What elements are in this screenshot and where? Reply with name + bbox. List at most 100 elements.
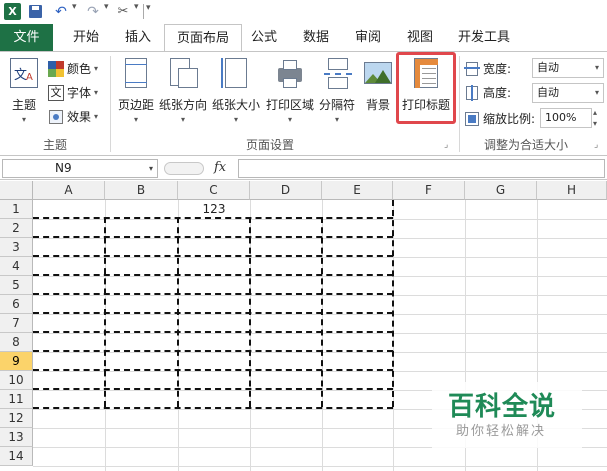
row-header-6[interactable]: 6 — [0, 295, 33, 314]
tab-page-layout[interactable]: 页面布局 — [164, 24, 242, 53]
fonts-button[interactable]: 文 字体 ▾ — [48, 82, 98, 103]
fonts-dropdown-icon: ▾ — [94, 88, 99, 97]
page-break-line — [33, 217, 393, 219]
redo-dropdown-icon[interactable]: ▾ — [104, 2, 109, 12]
row-header-10[interactable]: 10 — [0, 371, 33, 390]
scale-launcher-icon[interactable]: ⌟ — [594, 140, 598, 150]
orientation-dropdown-icon: ▾ — [180, 115, 185, 124]
gridline — [33, 352, 607, 353]
ribbon-tabs: 文件 开始 插入 页面布局 公式 数据 审阅 视图 开发工具 — [0, 24, 607, 53]
group-separator — [110, 56, 111, 152]
row-header-14[interactable]: 14 — [0, 447, 33, 466]
gridline — [33, 257, 607, 258]
scale-input[interactable]: 100% — [540, 108, 592, 128]
height-label: 高度: — [483, 86, 512, 100]
margins-label: 页边距 — [117, 98, 154, 112]
insert-function-icon[interactable]: fx — [214, 160, 226, 175]
page-break-line — [33, 369, 393, 371]
watermark-subtitle: 助你轻松解决 — [456, 424, 547, 439]
undo-dropdown-icon[interactable]: ▾ — [72, 2, 77, 12]
column-header-g[interactable]: G — [465, 181, 537, 200]
gridline — [33, 219, 607, 220]
formula-input[interactable] — [238, 159, 605, 178]
scale-label: 缩放比例: — [483, 112, 536, 126]
tab-home[interactable]: 开始 — [60, 24, 112, 52]
row-header-4[interactable]: 4 — [0, 257, 33, 276]
undo-icon[interactable]: ↶ — [50, 3, 72, 20]
name-box[interactable]: N9 ▾ — [2, 159, 158, 178]
scale-control: 缩放比例: — [464, 108, 535, 129]
name-box-value: N9 — [55, 161, 72, 175]
orientation-label: 纸张方向 — [158, 98, 207, 112]
breaks-button[interactable]: 分隔符 ▾ — [317, 56, 357, 134]
themes-dropdown-icon: ▾ — [21, 115, 26, 124]
page-break-line — [33, 255, 393, 257]
orientation-button[interactable]: 纸张方向 ▾ — [158, 56, 208, 134]
background-button[interactable]: 背景 — [362, 56, 394, 134]
column-header-f[interactable]: F — [393, 181, 465, 200]
column-header-b[interactable]: B — [105, 181, 178, 200]
background-icon — [363, 58, 393, 90]
row-header-8[interactable]: 8 — [0, 333, 33, 352]
tab-review[interactable]: 审阅 — [346, 24, 390, 52]
page-break-line — [33, 293, 393, 295]
height-select[interactable]: 自动 ▾ — [532, 83, 604, 103]
tab-developer[interactable]: 开发工具 — [450, 24, 518, 52]
column-header-h[interactable]: H — [537, 181, 607, 200]
height-icon — [464, 84, 480, 101]
page-setup-launcher-icon[interactable]: ⌟ — [444, 140, 448, 150]
column-header-c[interactable]: C — [178, 181, 250, 200]
width-icon — [464, 61, 480, 77]
row-header-11[interactable]: 11 — [0, 390, 33, 409]
breaks-dropdown-icon: ▾ — [334, 115, 339, 124]
tab-formulas[interactable]: 公式 — [242, 24, 286, 52]
excel-icon[interactable]: X — [4, 3, 21, 20]
row-header-12[interactable]: 12 — [0, 409, 33, 428]
column-header-d[interactable]: D — [250, 181, 322, 200]
select-all-corner[interactable] — [0, 181, 33, 200]
row-header-7[interactable]: 7 — [0, 314, 33, 333]
width-select[interactable]: 自动 ▾ — [532, 58, 604, 78]
margins-icon — [121, 58, 151, 90]
gridline — [33, 333, 607, 334]
row-header-5[interactable]: 5 — [0, 276, 33, 295]
width-value: 自动 — [537, 61, 559, 74]
row-header-9[interactable]: 9 — [0, 352, 33, 371]
effects-icon — [48, 109, 64, 125]
breaks-icon — [322, 58, 352, 90]
height-value: 自动 — [537, 86, 559, 99]
scale-spinner[interactable]: ▴ ▾ — [593, 107, 597, 129]
redo-icon[interactable]: ↷ — [82, 3, 104, 20]
effects-button[interactable]: 效果 ▾ — [48, 106, 98, 127]
tab-file[interactable]: 文件 — [0, 24, 53, 52]
formula-bar-splitter[interactable] — [164, 162, 204, 175]
tool-dropdown-icon[interactable]: ▾ — [134, 2, 139, 12]
qat-customize-dropdown-icon[interactable]: ▾ — [146, 3, 151, 13]
qat-separator — [143, 4, 144, 19]
colors-button[interactable]: 颜色 ▾ — [48, 58, 98, 79]
column-header-a[interactable]: A — [33, 181, 105, 200]
row-header-2[interactable]: 2 — [0, 219, 33, 238]
row-header-13[interactable]: 13 — [0, 428, 33, 447]
size-button[interactable]: 纸张大小 ▾ — [211, 56, 261, 134]
customize-icon[interactable]: ✂ — [112, 3, 134, 20]
theme-group-label: 主题 — [42, 138, 67, 152]
page-break-line — [33, 388, 393, 390]
size-dropdown-icon: ▾ — [233, 115, 238, 124]
tab-data[interactable]: 数据 — [294, 24, 338, 52]
gridline — [33, 466, 607, 467]
formula-bar: N9 ▾ fx — [0, 157, 607, 180]
save-icon[interactable] — [27, 3, 43, 20]
margins-button[interactable]: 页边距 ▾ — [116, 56, 156, 134]
scale-group-label: 调整为合适大小 — [483, 138, 568, 152]
print-area-button[interactable]: 打印区域 ▾ — [265, 56, 315, 134]
breaks-label: 分隔符 — [318, 98, 355, 112]
gridline — [33, 314, 607, 315]
row-header-3[interactable]: 3 — [0, 238, 33, 257]
tab-view[interactable]: 视图 — [398, 24, 442, 52]
tab-insert[interactable]: 插入 — [112, 24, 164, 52]
cell-c1[interactable]: 123 — [178, 202, 250, 216]
row-header-1[interactable]: 1 — [0, 200, 33, 219]
themes-button[interactable]: 文 A 主题 ▾ — [6, 56, 42, 134]
column-header-e[interactable]: E — [322, 181, 393, 200]
